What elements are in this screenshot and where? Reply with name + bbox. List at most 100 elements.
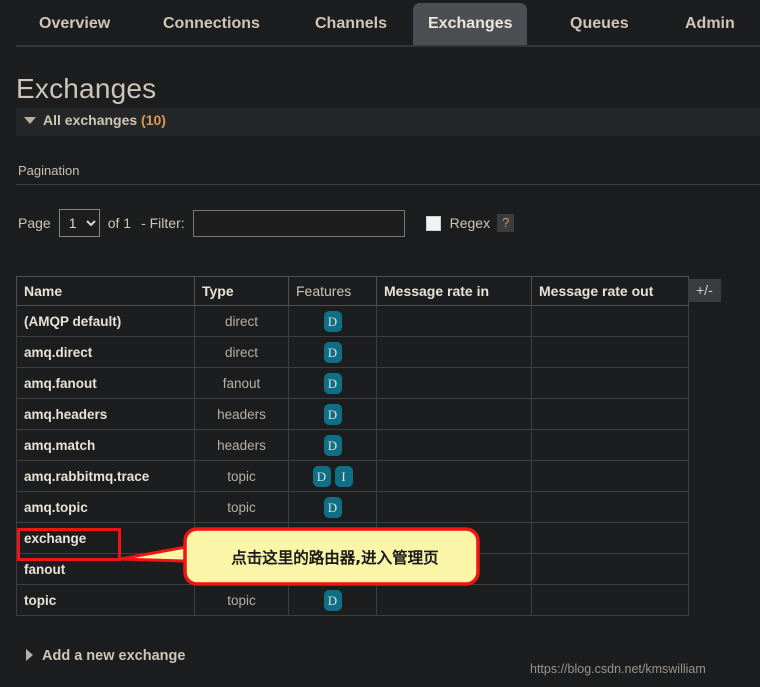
table-row: amq.rabbitmq.trace topic D I xyxy=(16,460,689,492)
tab-overview[interactable]: Overview xyxy=(24,3,125,45)
message-rate-in-value xyxy=(376,398,532,430)
rabbitmq-management-page: Overview Connections Channels Exchanges … xyxy=(0,0,760,687)
exchange-type: headers xyxy=(194,398,289,430)
watermark-url: https://blog.csdn.net/kmswilliam xyxy=(530,662,706,676)
message-rate-out-value xyxy=(531,398,689,430)
page-select[interactable]: 1 xyxy=(58,209,100,237)
message-rate-in-value xyxy=(376,336,532,368)
message-rate-in-value xyxy=(376,522,532,554)
page-of-total: of 1 xyxy=(107,215,132,231)
message-rate-out-value xyxy=(531,305,689,337)
table-row: amq.topic topic D xyxy=(16,491,689,523)
add-new-exchange-label: Add a new exchange xyxy=(42,648,186,664)
table-row: topic topic D xyxy=(16,584,689,616)
table-row: fanout xyxy=(16,553,689,585)
regex-help-icon[interactable]: ? xyxy=(497,214,515,232)
chevron-down-icon xyxy=(24,116,36,124)
message-rate-in-value xyxy=(376,460,532,492)
message-rate-in-value xyxy=(376,553,532,585)
tabbar-divider xyxy=(16,45,760,47)
feature-badge: D xyxy=(323,434,342,456)
column-header-message-rate-in[interactable]: Message rate in xyxy=(376,276,532,306)
exchange-features: D xyxy=(288,367,377,399)
message-rate-in-value xyxy=(376,429,532,461)
exchange-name-link[interactable]: (AMQP default) xyxy=(16,305,195,337)
column-header-features: Features xyxy=(288,276,377,306)
chevron-right-icon xyxy=(26,649,33,662)
tab-admin[interactable]: Admin xyxy=(670,3,750,45)
column-header-type[interactable]: Type xyxy=(194,276,289,306)
exchange-name-link[interactable]: topic xyxy=(16,584,195,616)
table-header-row: Name Type Features Message rate in Messa… xyxy=(16,276,689,306)
exchange-type: headers xyxy=(194,429,289,461)
regex-label: Regex xyxy=(449,215,491,231)
column-header-name[interactable]: Name xyxy=(16,276,195,306)
feature-badge: D xyxy=(323,310,342,332)
exchange-name-link[interactable]: amq.rabbitmq.trace xyxy=(16,460,195,492)
exchange-type xyxy=(194,553,289,585)
tab-connections[interactable]: Connections xyxy=(148,3,275,45)
tab-exchanges[interactable]: Exchanges xyxy=(413,3,528,45)
exchange-type xyxy=(194,522,289,554)
exchange-type: direct xyxy=(194,305,289,337)
exchanges-table: Name Type Features Message rate in Messa… xyxy=(16,276,689,616)
exchange-features: D xyxy=(288,491,377,523)
exchange-name-link[interactable]: amq.topic xyxy=(16,491,195,523)
exchange-type: topic xyxy=(194,491,289,523)
exchange-features: D xyxy=(288,429,377,461)
feature-badge: D xyxy=(323,341,342,363)
pagination-heading: Pagination xyxy=(18,163,80,178)
exchange-features: DI xyxy=(288,460,377,492)
exchange-type: topic xyxy=(194,584,289,616)
exchange-name-link[interactable]: exchange xyxy=(16,522,195,554)
feature-badge: D xyxy=(312,465,331,487)
all-exchanges-toggle[interactable]: All exchanges (10) xyxy=(24,112,166,128)
message-rate-out-value xyxy=(531,429,689,461)
main-navigation-tabs: Overview Connections Channels Exchanges … xyxy=(0,0,760,47)
page-title: Exchanges xyxy=(16,73,157,104)
exchange-name-link[interactable]: amq.fanout xyxy=(16,367,195,399)
table-row: amq.match headers D xyxy=(16,429,689,461)
exchange-features: D xyxy=(288,584,377,616)
exchange-name-link[interactable]: amq.match xyxy=(16,429,195,461)
exchange-features xyxy=(288,522,377,554)
message-rate-out-value xyxy=(531,460,689,492)
add-new-exchange-toggle[interactable]: Add a new exchange xyxy=(26,648,185,664)
exchange-name-link[interactable]: fanout xyxy=(16,553,195,585)
tab-queues[interactable]: Queues xyxy=(555,3,644,45)
table-row: amq.headers headers D xyxy=(16,398,689,430)
column-header-message-rate-out[interactable]: Message rate out xyxy=(531,276,689,306)
message-rate-out-value xyxy=(531,522,689,554)
message-rate-out-value xyxy=(531,584,689,616)
feature-badge: D xyxy=(323,403,342,425)
exchanges-table-container: Name Type Features Message rate in Messa… xyxy=(16,276,760,616)
feature-badge: D xyxy=(323,589,342,611)
exchange-name-link[interactable]: amq.headers xyxy=(16,398,195,430)
section-label: All exchanges xyxy=(43,112,138,128)
filter-label: - Filter: xyxy=(141,215,185,231)
exchange-features: D xyxy=(288,336,377,368)
exchange-type: direct xyxy=(194,336,289,368)
table-row: amq.fanout fanout D xyxy=(16,367,689,399)
regex-checkbox[interactable] xyxy=(425,215,441,231)
message-rate-out-value xyxy=(531,336,689,368)
toggle-columns-button[interactable]: +/- xyxy=(688,279,721,302)
message-rate-in-value xyxy=(376,584,532,616)
table-row: exchange xyxy=(16,522,689,554)
filter-controls: Page 1 of 1 - Filter: Regex ? xyxy=(18,207,515,239)
feature-badge: I xyxy=(334,465,353,487)
filter-input[interactable] xyxy=(192,209,405,237)
exchange-name-link[interactable]: amq.direct xyxy=(16,336,195,368)
table-row: (AMQP default) direct D xyxy=(16,305,689,337)
message-rate-in-value xyxy=(376,305,532,337)
table-row: amq.direct direct D xyxy=(16,336,689,368)
exchange-type: topic xyxy=(194,460,289,492)
exchange-features xyxy=(288,553,377,585)
feature-badge: D xyxy=(323,496,342,518)
feature-badge: D xyxy=(323,372,342,394)
tab-channels[interactable]: Channels xyxy=(300,3,402,45)
exchange-type: fanout xyxy=(194,367,289,399)
section-count: (10) xyxy=(141,112,166,128)
exchange-features: D xyxy=(288,305,377,337)
exchange-features: D xyxy=(288,398,377,430)
